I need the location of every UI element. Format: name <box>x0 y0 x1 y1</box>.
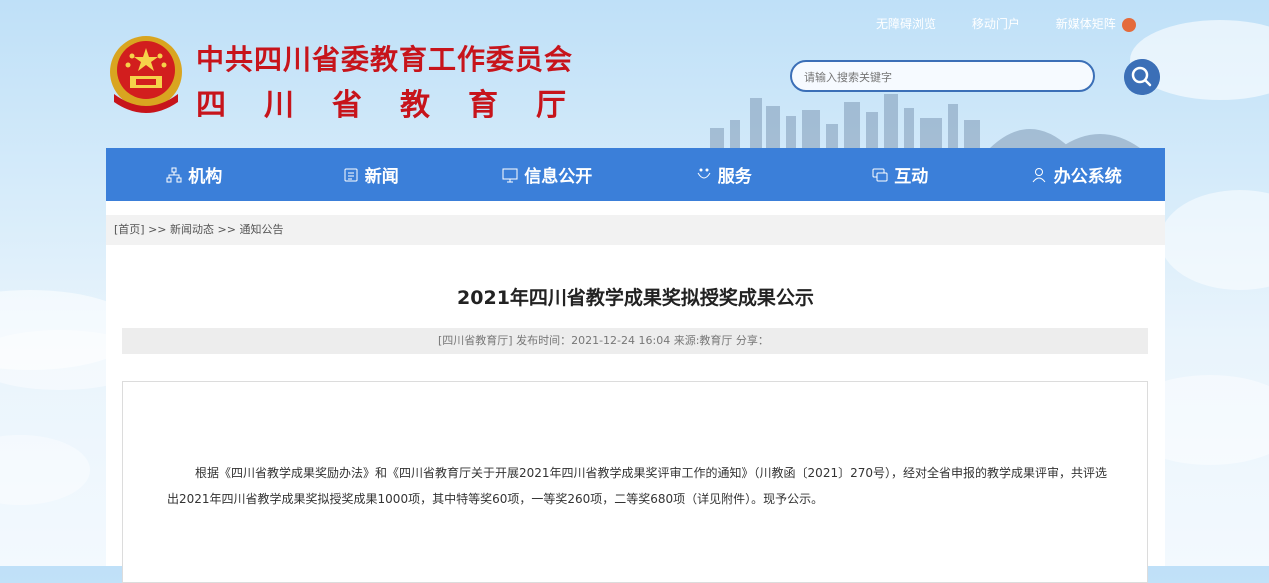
article-body: 根据《四川省教学成果奖励办法》和《四川省教育厅关于开展2021年四川省教学成果奖… <box>122 381 1148 583</box>
breadcrumb-current[interactable]: 通知公告 <box>239 223 283 236</box>
main-nav: 机构 新闻 信息公开 服务 互动 办公系统 <box>106 148 1165 201</box>
mobile-portal-link[interactable]: 移动门户 <box>972 17 1020 31</box>
org-name: 中共四川省委教育工作委员会 <box>196 43 574 76</box>
article-meta: [四川省教育厅] 发布时间：2021-12-24 16:04 来源:教育厅 分享… <box>122 328 1148 354</box>
article-title: 2021年四川省教学成果奖拟授奖成果公示 <box>457 287 814 309</box>
search-input[interactable] <box>802 67 1086 87</box>
media-matrix-icon[interactable] <box>1121 17 1136 32</box>
news-icon <box>344 168 358 181</box>
site-header: 中共四川省委教育工作委员会 四川省教育厅 无障碍浏览 移动门户 新媒体矩阵 <box>0 0 1269 148</box>
nav-interact-label: 互动 <box>894 167 929 187</box>
dept-name: 四川省教育厅 <box>196 88 604 123</box>
monitor-icon <box>502 168 518 182</box>
nav-org-label: 机构 <box>188 167 223 187</box>
nav-news-label: 新闻 <box>364 167 399 187</box>
meta-text: [四川省教育厅] 发布时间：2021-12-24 16:04 来源:教育厅 分享… <box>438 334 769 347</box>
nav-office[interactable]: 办公系统 <box>989 148 1166 201</box>
nav-service[interactable]: 服务 <box>636 148 813 201</box>
nav-info[interactable]: 信息公开 <box>459 148 636 201</box>
nav-service-label: 服务 <box>717 167 752 187</box>
top-links: 无障碍浏览 移动门户 新媒体矩阵 <box>876 15 1168 32</box>
nav-news[interactable]: 新闻 <box>283 148 460 201</box>
breadcrumb: [首页] >> 新闻动态 >> 通知公告 <box>106 215 1165 245</box>
nav-interact[interactable]: 互动 <box>812 148 989 201</box>
article-paragraph: 根据《四川省教学成果奖励办法》和《四川省教育厅关于开展2021年四川省教学成果奖… <box>167 466 1107 506</box>
breadcrumb-news[interactable]: 新闻动态 <box>170 223 214 236</box>
city-skyline <box>710 94 1140 148</box>
service-icon <box>697 168 711 178</box>
org-icon <box>166 167 182 182</box>
content-panel: [首页] >> 新闻动态 >> 通知公告 2021年四川省教学成果奖拟授奖成果公… <box>106 201 1165 583</box>
national-emblem-icon[interactable] <box>106 32 186 116</box>
chat-icon <box>872 168 888 181</box>
user-icon <box>1032 167 1046 182</box>
breadcrumb-home[interactable]: [首页] <box>114 223 145 236</box>
nav-info-label: 信息公开 <box>524 167 593 187</box>
nav-office-label: 办公系统 <box>1053 167 1122 187</box>
accessibility-link[interactable]: 无障碍浏览 <box>876 17 936 31</box>
breadcrumb-sep: >> <box>148 223 167 236</box>
search-box <box>790 60 1095 92</box>
new-media-link[interactable]: 新媒体矩阵 <box>1056 17 1116 31</box>
breadcrumb-sep: >> <box>217 223 236 236</box>
nav-org[interactable]: 机构 <box>106 148 283 201</box>
